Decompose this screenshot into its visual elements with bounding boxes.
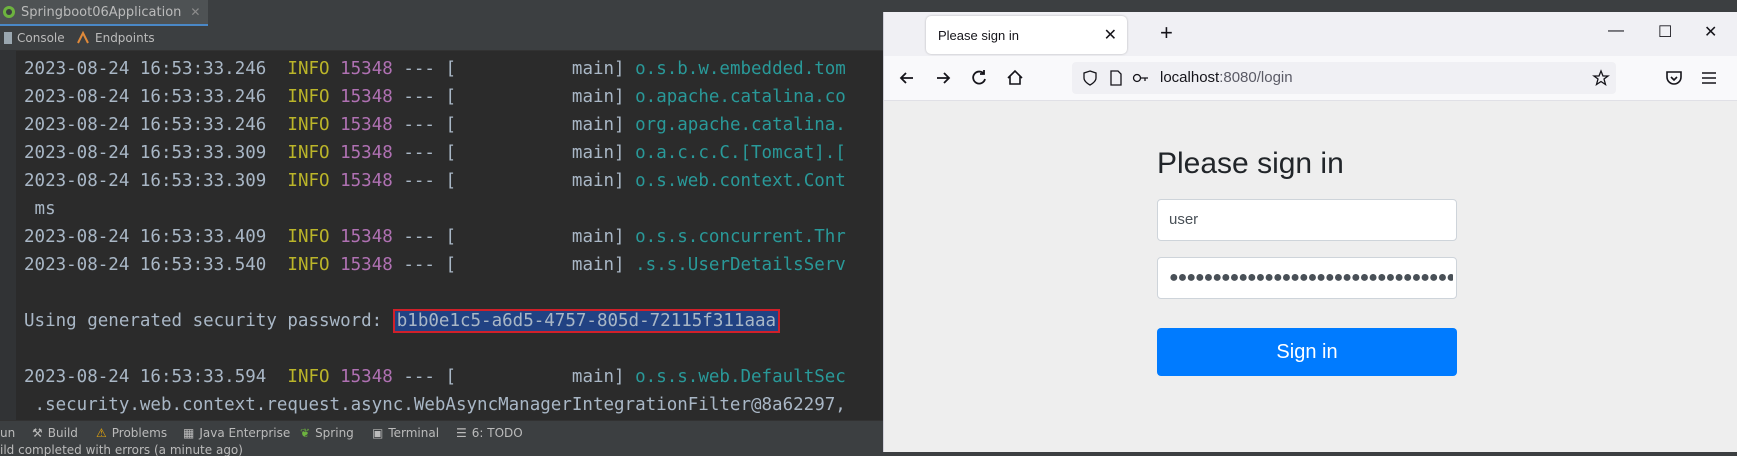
log-line: 2023-08-24 16:53:33.246 INFO 15348 --- [… [24, 87, 846, 107]
endpoints-icon [77, 31, 89, 44]
java-enterprise-icon: ▦ [183, 426, 195, 440]
tab-endpoints-label: Endpoints [95, 31, 155, 45]
reload-icon[interactable] [968, 67, 990, 89]
tab-run[interactable]: un [0, 421, 15, 445]
tab-console-label: Console [17, 31, 65, 45]
page-content: Please sign in user ●●●●●●●●●●●●●●●●●●●●… [884, 101, 1737, 452]
shield-icon[interactable] [1082, 70, 1098, 86]
back-arrow-icon[interactable] [896, 67, 918, 89]
tab-build[interactable]: ⚒ Build [32, 421, 78, 445]
spring-leaf-icon: ❦ [300, 426, 311, 440]
tab-java-enterprise[interactable]: ▦ Java Enterprise [183, 421, 290, 445]
log-line: 2023-08-24 16:53:33.309 INFO 15348 --- [… [24, 143, 846, 163]
log-line: 2023-08-24 16:53:33.594 INFO 15348 --- [… [24, 367, 846, 387]
page-title: Please sign in [1157, 147, 1344, 180]
password-label: Using generated security password: [24, 311, 393, 331]
home-icon[interactable] [1004, 67, 1026, 89]
tab-todo[interactable]: ☰ 6: TODO [456, 421, 523, 445]
window-close-icon[interactable]: ✕ [1704, 22, 1717, 42]
password-field[interactable]: ●●●●●●●●●●●●●●●●●●●●●●●●●●●●●●●●●●●● [1157, 257, 1457, 299]
log-line: 2023-08-24 16:53:33.246 INFO 15348 --- [… [24, 59, 846, 79]
url-bar[interactable]: localhost:8080/login [1072, 62, 1616, 94]
log-line-wrap: .security.web.context.request.async.WebA… [24, 395, 846, 415]
browser-window: Please sign in ✕ + — ☐ ✕ localhost:8080/… [883, 12, 1737, 452]
browser-tab-title: Please sign in [938, 27, 1019, 43]
spring-leaf-icon [3, 6, 15, 18]
page-icon [1110, 70, 1122, 86]
hammer-icon: ⚒ [32, 426, 43, 440]
new-tab-icon[interactable]: + [1160, 20, 1173, 46]
status-text: ild completed with errors (a minute ago) [0, 444, 243, 456]
generated-password[interactable]: b1b0e1c5-a6d5-4757-805d-72115f311aaa [392, 309, 781, 333]
log-line: 2023-08-24 16:53:33.309 INFO 15348 --- [… [24, 171, 846, 191]
browser-tabbar: Please sign in ✕ + — ☐ ✕ [884, 12, 1737, 56]
minimize-icon[interactable]: — [1608, 22, 1624, 40]
url-text: localhost:8080/login [1160, 69, 1293, 86]
console-icon [4, 32, 12, 44]
log-line: 2023-08-24 16:53:33.409 INFO 15348 --- [… [24, 227, 846, 247]
sign-in-button[interactable]: Sign in [1157, 328, 1457, 376]
browser-navbar: localhost:8080/login [884, 56, 1737, 101]
close-icon[interactable]: ✕ [190, 5, 200, 19]
run-tab-label: Springboot06Application [21, 4, 182, 20]
log-line: 2023-08-24 16:53:33.246 INFO 15348 --- [… [24, 115, 846, 135]
tab-endpoints[interactable]: Endpoints [76, 26, 155, 50]
pocket-icon[interactable] [1663, 67, 1685, 89]
warning-icon: ⚠ [96, 426, 107, 440]
log-line-wrap: ms [24, 199, 56, 219]
tab-console[interactable]: Console [4, 26, 65, 50]
browser-tab[interactable]: Please sign in ✕ [926, 16, 1127, 54]
run-tab[interactable]: Springboot06Application ✕ [0, 0, 209, 26]
forward-arrow-icon[interactable] [932, 67, 954, 89]
tab-spring[interactable]: ❦ Spring [300, 421, 354, 445]
maximize-icon[interactable]: ☐ [1658, 22, 1672, 42]
bookmark-star-icon[interactable] [1592, 69, 1610, 87]
close-tab-icon[interactable]: ✕ [1104, 25, 1117, 45]
log-line: 2023-08-24 16:53:33.540 INFO 15348 --- [… [24, 255, 846, 275]
list-icon: ☰ [456, 426, 467, 440]
console-gutter [0, 50, 16, 420]
password-line: Using generated security password: b1b0e… [24, 307, 781, 335]
tab-problems[interactable]: ⚠ Problems [96, 421, 167, 445]
key-icon[interactable] [1132, 70, 1150, 86]
username-field[interactable]: user [1157, 199, 1457, 241]
terminal-icon: ▣ [372, 426, 384, 440]
tab-terminal[interactable]: ▣ Terminal [372, 421, 439, 445]
menu-icon[interactable] [1698, 67, 1720, 89]
